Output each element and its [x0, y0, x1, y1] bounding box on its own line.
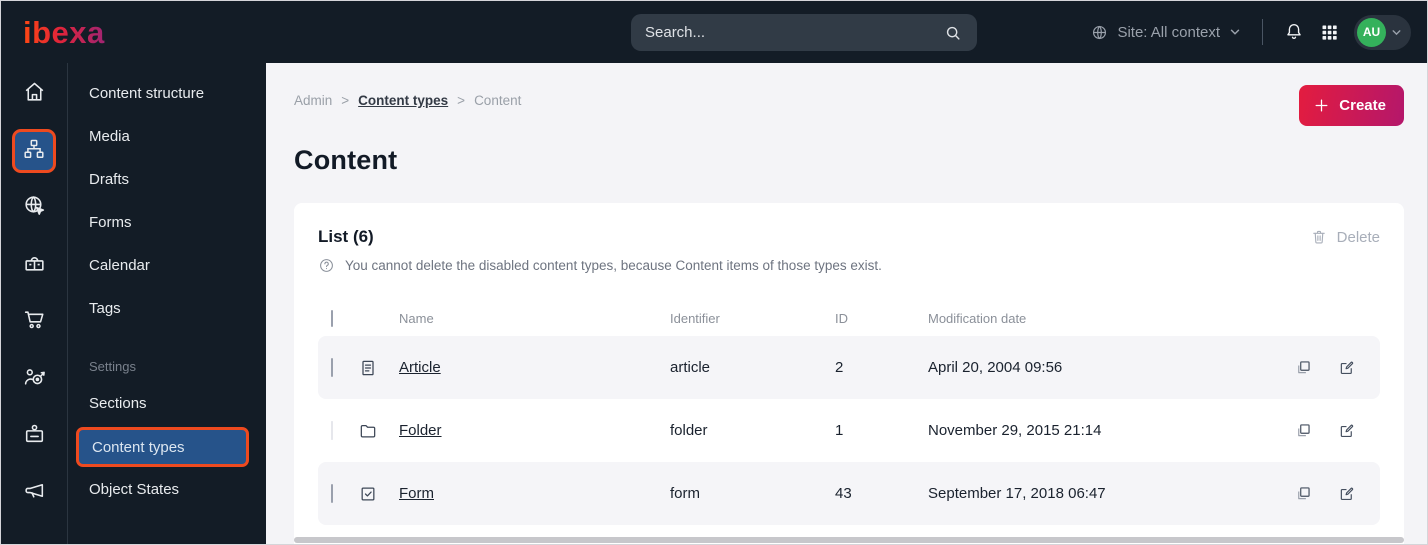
chevron-down-icon	[1390, 26, 1403, 39]
breadcrumb-content-types-link[interactable]: Content types	[358, 93, 448, 108]
question-circle-icon	[318, 257, 335, 274]
delete-button[interactable]: Delete	[1310, 228, 1380, 246]
rail-item-customers[interactable]	[12, 357, 56, 401]
sidebar-item-media[interactable]: Media	[68, 115, 266, 158]
breadcrumb-separator: >	[341, 93, 350, 108]
rail-item-commerce[interactable]	[12, 300, 56, 344]
rail-item-content[interactable]	[12, 129, 56, 173]
row-identifier: form	[670, 485, 700, 502]
copy-icon[interactable]	[1294, 358, 1313, 377]
badge-icon	[22, 421, 47, 451]
breadcrumb: Admin > Content types > Content	[294, 85, 521, 108]
packages-icon	[22, 250, 47, 280]
table-row: Article article 2 April 20, 2004 09:56	[318, 336, 1380, 399]
row-id: 43	[835, 485, 852, 502]
globe-icon	[1090, 23, 1109, 42]
column-header-id: ID	[835, 310, 848, 326]
rail-item-campaigns[interactable]	[12, 471, 56, 515]
sidebar-item-drafts[interactable]: Drafts	[68, 158, 266, 201]
table-row: Form form 43 September 17, 2018 06:47	[318, 462, 1380, 525]
table-header: Name Identifier ID Modification date	[318, 300, 1380, 336]
row-id: 2	[835, 359, 844, 376]
audience-icon	[22, 364, 47, 394]
user-menu[interactable]: AU	[1354, 14, 1411, 50]
sidebar-section-settings: Settings	[89, 358, 136, 374]
list-info: You cannot delete the disabled content t…	[318, 257, 1380, 274]
home-icon	[22, 79, 47, 109]
folder-icon	[358, 421, 392, 441]
rail-item-products[interactable]	[12, 243, 56, 287]
select-all-checkbox[interactable]	[331, 309, 333, 327]
sitemap-icon	[22, 137, 46, 166]
rail-item-site[interactable]	[12, 186, 56, 230]
plus-icon	[1313, 97, 1330, 114]
topbar-right: Site: All context AU	[1090, 1, 1411, 63]
list-title: List (6)	[318, 227, 374, 246]
edit-icon[interactable]	[1337, 421, 1356, 440]
megaphone-icon	[22, 478, 47, 508]
copy-icon[interactable]	[1294, 421, 1313, 440]
ibexa-logo: ibexa	[23, 14, 105, 50]
topbar-divider	[1262, 19, 1263, 45]
row-id: 1	[835, 422, 844, 439]
create-button[interactable]: Create	[1299, 85, 1404, 126]
article-icon	[358, 358, 392, 378]
copy-icon[interactable]	[1294, 484, 1313, 503]
notifications-bell-icon[interactable]	[1283, 21, 1305, 43]
search-input[interactable]	[645, 24, 943, 41]
topbar: ibexa Site: All context	[1, 1, 1427, 63]
column-header-name: Name	[399, 310, 434, 326]
avatar: AU	[1357, 17, 1386, 47]
sidebar-item-sections[interactable]: Sections	[68, 382, 266, 425]
rail-item-home[interactable]	[12, 72, 56, 116]
rail-item-admin[interactable]	[12, 414, 56, 458]
row-checkbox[interactable]	[331, 484, 333, 503]
row-identifier: article	[670, 359, 711, 376]
trash-icon	[1310, 228, 1328, 246]
icon-rail	[1, 63, 68, 544]
sidebar-menu: Content structure Media Drafts Forms Cal…	[68, 63, 266, 544]
globe-pointer-icon	[22, 193, 47, 223]
app-grid-icon[interactable]	[1319, 22, 1340, 43]
row-modification-date: November 29, 2015 21:14	[928, 422, 1102, 439]
site-context-label: Site: All context	[1117, 23, 1220, 41]
breadcrumb-admin: Admin	[294, 93, 333, 108]
column-header-identifier: Identifier	[670, 310, 720, 326]
row-modification-date: September 17, 2018 06:47	[928, 485, 1106, 502]
edit-icon[interactable]	[1337, 358, 1356, 377]
list-info-text: You cannot delete the disabled content t…	[345, 258, 882, 273]
sidebar-item-content-types[interactable]: Content types	[76, 427, 249, 467]
main-content: Admin > Content types > Content Create C…	[266, 63, 1427, 544]
chevron-down-icon	[1228, 25, 1242, 39]
content-types-list-card: List (6) Delete You cannot delete the di…	[294, 203, 1404, 544]
site-context-dropdown[interactable]: Site: All context	[1090, 23, 1242, 42]
sidebar-item-object-states[interactable]: Object States	[68, 468, 266, 511]
page-title: Content	[294, 145, 398, 175]
content-type-link[interactable]: Form	[399, 485, 434, 502]
horizontal-scrollbar[interactable]	[294, 537, 1404, 543]
search-icon[interactable]	[943, 23, 963, 43]
sidebar-item-content-structure[interactable]: Content structure	[68, 72, 266, 115]
breadcrumb-separator: >	[457, 93, 466, 108]
row-checkbox[interactable]	[331, 358, 333, 377]
form-icon	[358, 484, 392, 504]
cart-icon	[22, 307, 47, 337]
sidebar-item-forms[interactable]: Forms	[68, 201, 266, 244]
table-row: Folder folder 1 November 29, 2015 21:14	[318, 399, 1380, 462]
sidebar-item-calendar[interactable]: Calendar	[68, 244, 266, 287]
row-identifier: folder	[670, 422, 708, 439]
edit-icon[interactable]	[1337, 484, 1356, 503]
app-window: ibexa Site: All context	[0, 0, 1428, 545]
row-checkbox-disabled	[331, 421, 333, 440]
sidebar-item-tags[interactable]: Tags	[68, 287, 266, 330]
row-modification-date: April 20, 2004 09:56	[928, 359, 1063, 376]
column-header-modification-date: Modification date	[928, 310, 1027, 326]
global-search[interactable]	[631, 14, 977, 51]
content-type-link[interactable]: Folder	[399, 422, 442, 439]
breadcrumb-current: Content	[474, 93, 522, 108]
content-type-link[interactable]: Article	[399, 359, 441, 376]
